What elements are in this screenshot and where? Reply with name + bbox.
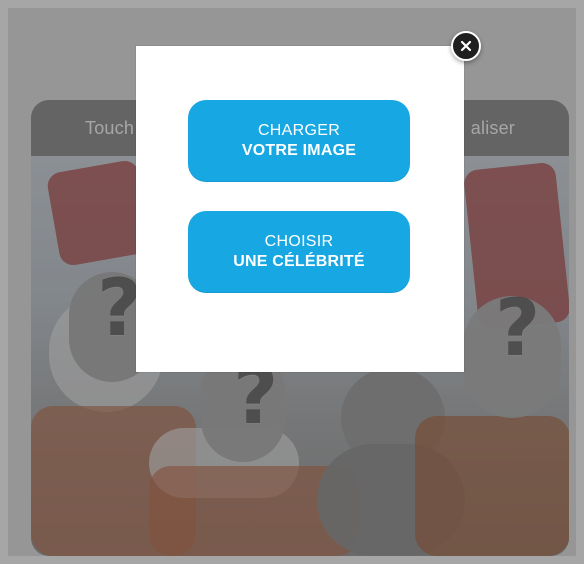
upload-image-button-line1: CHARGER	[257, 122, 341, 139]
app-stage: Touch aliser ? ? ? CHARGER VOTRE IMAGE C…	[0, 0, 584, 564]
upload-image-button[interactable]: CHARGER VOTRE IMAGE	[188, 100, 410, 182]
close-icon[interactable]	[451, 31, 481, 61]
choose-celebrity-button-line2: UNE CÉLÉBRITÉ	[233, 253, 365, 270]
choose-celebrity-button-line1: CHOISIR	[264, 233, 334, 250]
choose-celebrity-button[interactable]: CHOISIR UNE CÉLÉBRITÉ	[188, 211, 410, 293]
close-icon-glyph	[460, 40, 472, 52]
choice-modal: CHARGER VOTRE IMAGE CHOISIR UNE CÉLÉBRIT…	[136, 46, 464, 372]
upload-image-button-line2: VOTRE IMAGE	[241, 142, 357, 159]
